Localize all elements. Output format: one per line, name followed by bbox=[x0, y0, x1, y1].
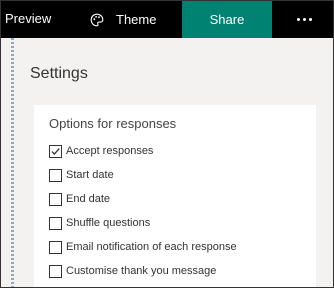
email-notification-option[interactable]: Email notification of each response bbox=[49, 239, 237, 255]
settings-panel: Settings Options for responses Accept re… bbox=[15, 38, 333, 287]
palette-icon bbox=[90, 13, 104, 27]
customise-thank-you-checkbox[interactable] bbox=[49, 264, 62, 278]
more-horizontal-icon bbox=[296, 18, 312, 21]
preview-button[interactable]: Preview bbox=[5, 11, 51, 26]
option-label: Shuffle questions bbox=[66, 217, 151, 229]
app-window: Preview Theme Share Settings Options for… bbox=[0, 0, 334, 288]
share-button[interactable]: Share bbox=[182, 1, 272, 38]
responses-options-card: Options for responses Accept responses S… bbox=[34, 105, 316, 287]
customise-thank-you-option[interactable]: Customise thank you message bbox=[49, 263, 216, 279]
more-options-button[interactable] bbox=[289, 1, 319, 38]
option-label: Email notification of each response bbox=[66, 241, 237, 253]
shuffle-questions-checkbox[interactable] bbox=[49, 216, 62, 230]
checkmark-icon bbox=[51, 147, 60, 155]
start-date-checkbox[interactable] bbox=[49, 168, 62, 182]
start-date-option[interactable]: Start date bbox=[49, 167, 114, 183]
section-title: Options for responses bbox=[49, 116, 177, 131]
accept-responses-checkbox[interactable] bbox=[49, 144, 62, 158]
option-label: Accept responses bbox=[66, 145, 154, 157]
end-date-checkbox[interactable] bbox=[49, 192, 62, 206]
option-label: End date bbox=[66, 193, 111, 205]
theme-label: Theme bbox=[116, 12, 157, 27]
page-title: Settings bbox=[30, 65, 88, 82]
shuffle-questions-option[interactable]: Shuffle questions bbox=[49, 215, 150, 231]
email-notification-checkbox[interactable] bbox=[49, 240, 62, 254]
option-label: Customise thank you message bbox=[66, 265, 217, 277]
end-date-option[interactable]: End date bbox=[49, 191, 110, 207]
panel-edge-divider bbox=[11, 38, 14, 287]
theme-button[interactable]: Theme bbox=[90, 1, 156, 38]
option-label: Start date bbox=[66, 169, 114, 181]
accept-responses-option[interactable]: Accept responses bbox=[49, 143, 153, 159]
top-bar: Preview Theme Share bbox=[1, 1, 333, 38]
